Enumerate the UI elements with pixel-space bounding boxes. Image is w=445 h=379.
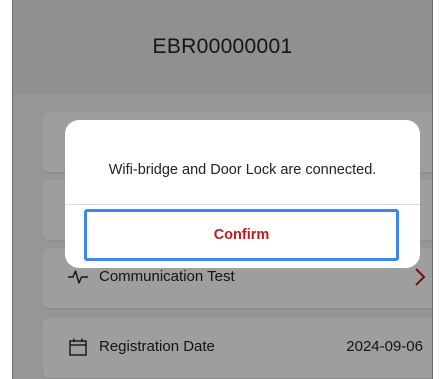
dialog-message: Wifi-bridge and Door Lock are connected. [108,162,377,178]
connection-dialog: Wifi-bridge and Door Lock are connected.… [65,120,420,268]
dialog-divider [65,204,420,205]
confirm-button[interactable]: Confirm [84,209,399,261]
app-screen: EBR00000001 Communication Test Registrat… [12,0,433,379]
